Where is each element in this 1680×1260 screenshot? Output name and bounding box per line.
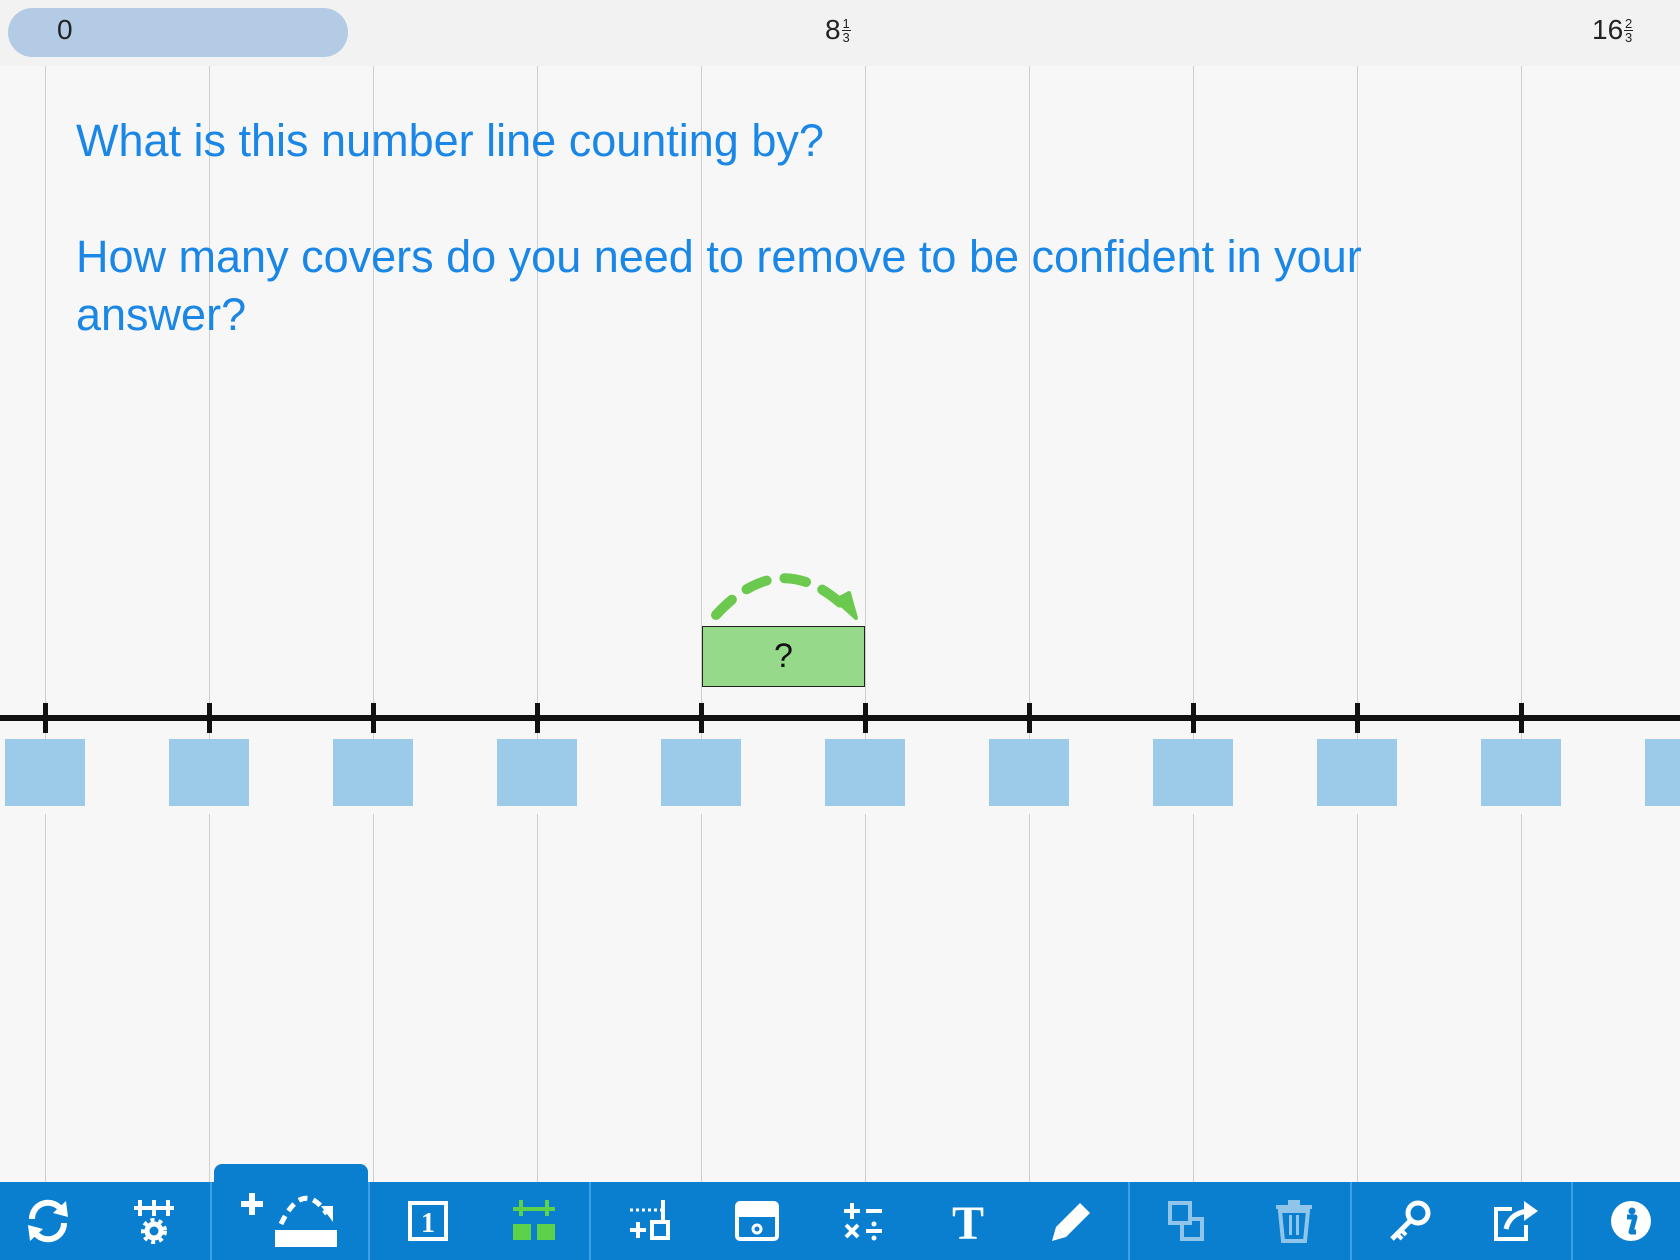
key-icon bbox=[1390, 1200, 1431, 1241]
tick-mark bbox=[535, 703, 540, 733]
hide-icon bbox=[735, 1201, 779, 1241]
trash-icon bbox=[1276, 1200, 1312, 1243]
operations-icon bbox=[844, 1203, 882, 1241]
question-line-2: How many covers do you need to remove to… bbox=[76, 231, 1362, 340]
range-end-label: 16 23 bbox=[1592, 14, 1634, 45]
label-cover[interactable] bbox=[333, 739, 413, 806]
label-cover[interactable] bbox=[1317, 739, 1397, 806]
range-mid-label: 8 13 bbox=[825, 14, 851, 45]
grid-line bbox=[1193, 814, 1194, 1182]
tick-mark bbox=[1027, 703, 1032, 733]
text-icon: T bbox=[952, 1199, 984, 1243]
covers-button[interactable] bbox=[508, 1182, 560, 1260]
label-cover[interactable] bbox=[825, 739, 905, 806]
hops-icon bbox=[630, 1200, 670, 1240]
grid-line bbox=[373, 814, 374, 1182]
grid-line bbox=[1029, 814, 1030, 1182]
svg-text:1: 1 bbox=[421, 1208, 435, 1239]
duplicate-button[interactable] bbox=[1162, 1182, 1214, 1260]
tick-mark bbox=[1355, 703, 1360, 733]
svg-text:T: T bbox=[952, 1199, 984, 1243]
tick-mark bbox=[863, 703, 868, 733]
grid-line bbox=[45, 66, 46, 750]
tick-mark bbox=[371, 703, 376, 733]
grid-line bbox=[209, 814, 210, 1182]
label-cover[interactable] bbox=[989, 739, 1069, 806]
tick-mark bbox=[699, 703, 704, 733]
share-button[interactable] bbox=[1490, 1182, 1542, 1260]
text-button[interactable]: T bbox=[942, 1182, 994, 1260]
grid-line bbox=[701, 814, 702, 1182]
grid-line bbox=[537, 814, 538, 1182]
jump-value-box[interactable]: ? bbox=[702, 626, 865, 687]
question-line-1: What is this number line counting by? bbox=[76, 115, 824, 166]
toolbar-right-group: 1 T bbox=[0, 1182, 1680, 1260]
trash-button[interactable] bbox=[1268, 1182, 1320, 1260]
label-cover[interactable] bbox=[1153, 739, 1233, 806]
pencil-button[interactable] bbox=[1046, 1182, 1098, 1260]
label-cover[interactable] bbox=[661, 739, 741, 806]
label-cover[interactable] bbox=[1481, 739, 1561, 806]
tick-mark bbox=[43, 703, 48, 733]
range-start-label: 0 bbox=[57, 14, 73, 45]
grid-line bbox=[1521, 814, 1522, 1182]
operations-button[interactable] bbox=[838, 1182, 890, 1260]
grid-line bbox=[45, 814, 46, 1182]
tick-mark bbox=[207, 703, 212, 733]
label-cover[interactable] bbox=[5, 739, 85, 806]
grid-line bbox=[1357, 814, 1358, 1182]
label-cover[interactable] bbox=[169, 739, 249, 806]
number-tile-button[interactable]: 1 bbox=[404, 1182, 452, 1260]
covers-icon bbox=[513, 1200, 555, 1240]
jump-arrow[interactable] bbox=[700, 555, 870, 630]
question-text[interactable]: What is this number line counting by? Ho… bbox=[76, 112, 1396, 344]
label-cover[interactable] bbox=[497, 739, 577, 806]
key-button[interactable] bbox=[1384, 1182, 1436, 1260]
grid-line bbox=[865, 814, 866, 1182]
label-cover[interactable] bbox=[1645, 739, 1680, 806]
pencil-icon bbox=[1052, 1203, 1090, 1241]
number-tile-icon: 1 bbox=[408, 1201, 448, 1241]
share-icon bbox=[1494, 1201, 1538, 1241]
duplicate-icon bbox=[1168, 1201, 1204, 1241]
grid-line bbox=[1521, 66, 1522, 750]
hide-button[interactable] bbox=[731, 1182, 783, 1260]
hops-button[interactable] bbox=[625, 1182, 677, 1260]
info-icon bbox=[1611, 1201, 1651, 1241]
info-button[interactable] bbox=[1605, 1182, 1657, 1260]
number-line-app: 0 8 13 16 23 What is this number line co… bbox=[0, 0, 1680, 1260]
tick-mark bbox=[1519, 703, 1524, 733]
range-bar: 0 8 13 16 23 bbox=[0, 0, 1680, 66]
number-line-axis bbox=[0, 715, 1680, 721]
tick-mark bbox=[1191, 703, 1196, 733]
